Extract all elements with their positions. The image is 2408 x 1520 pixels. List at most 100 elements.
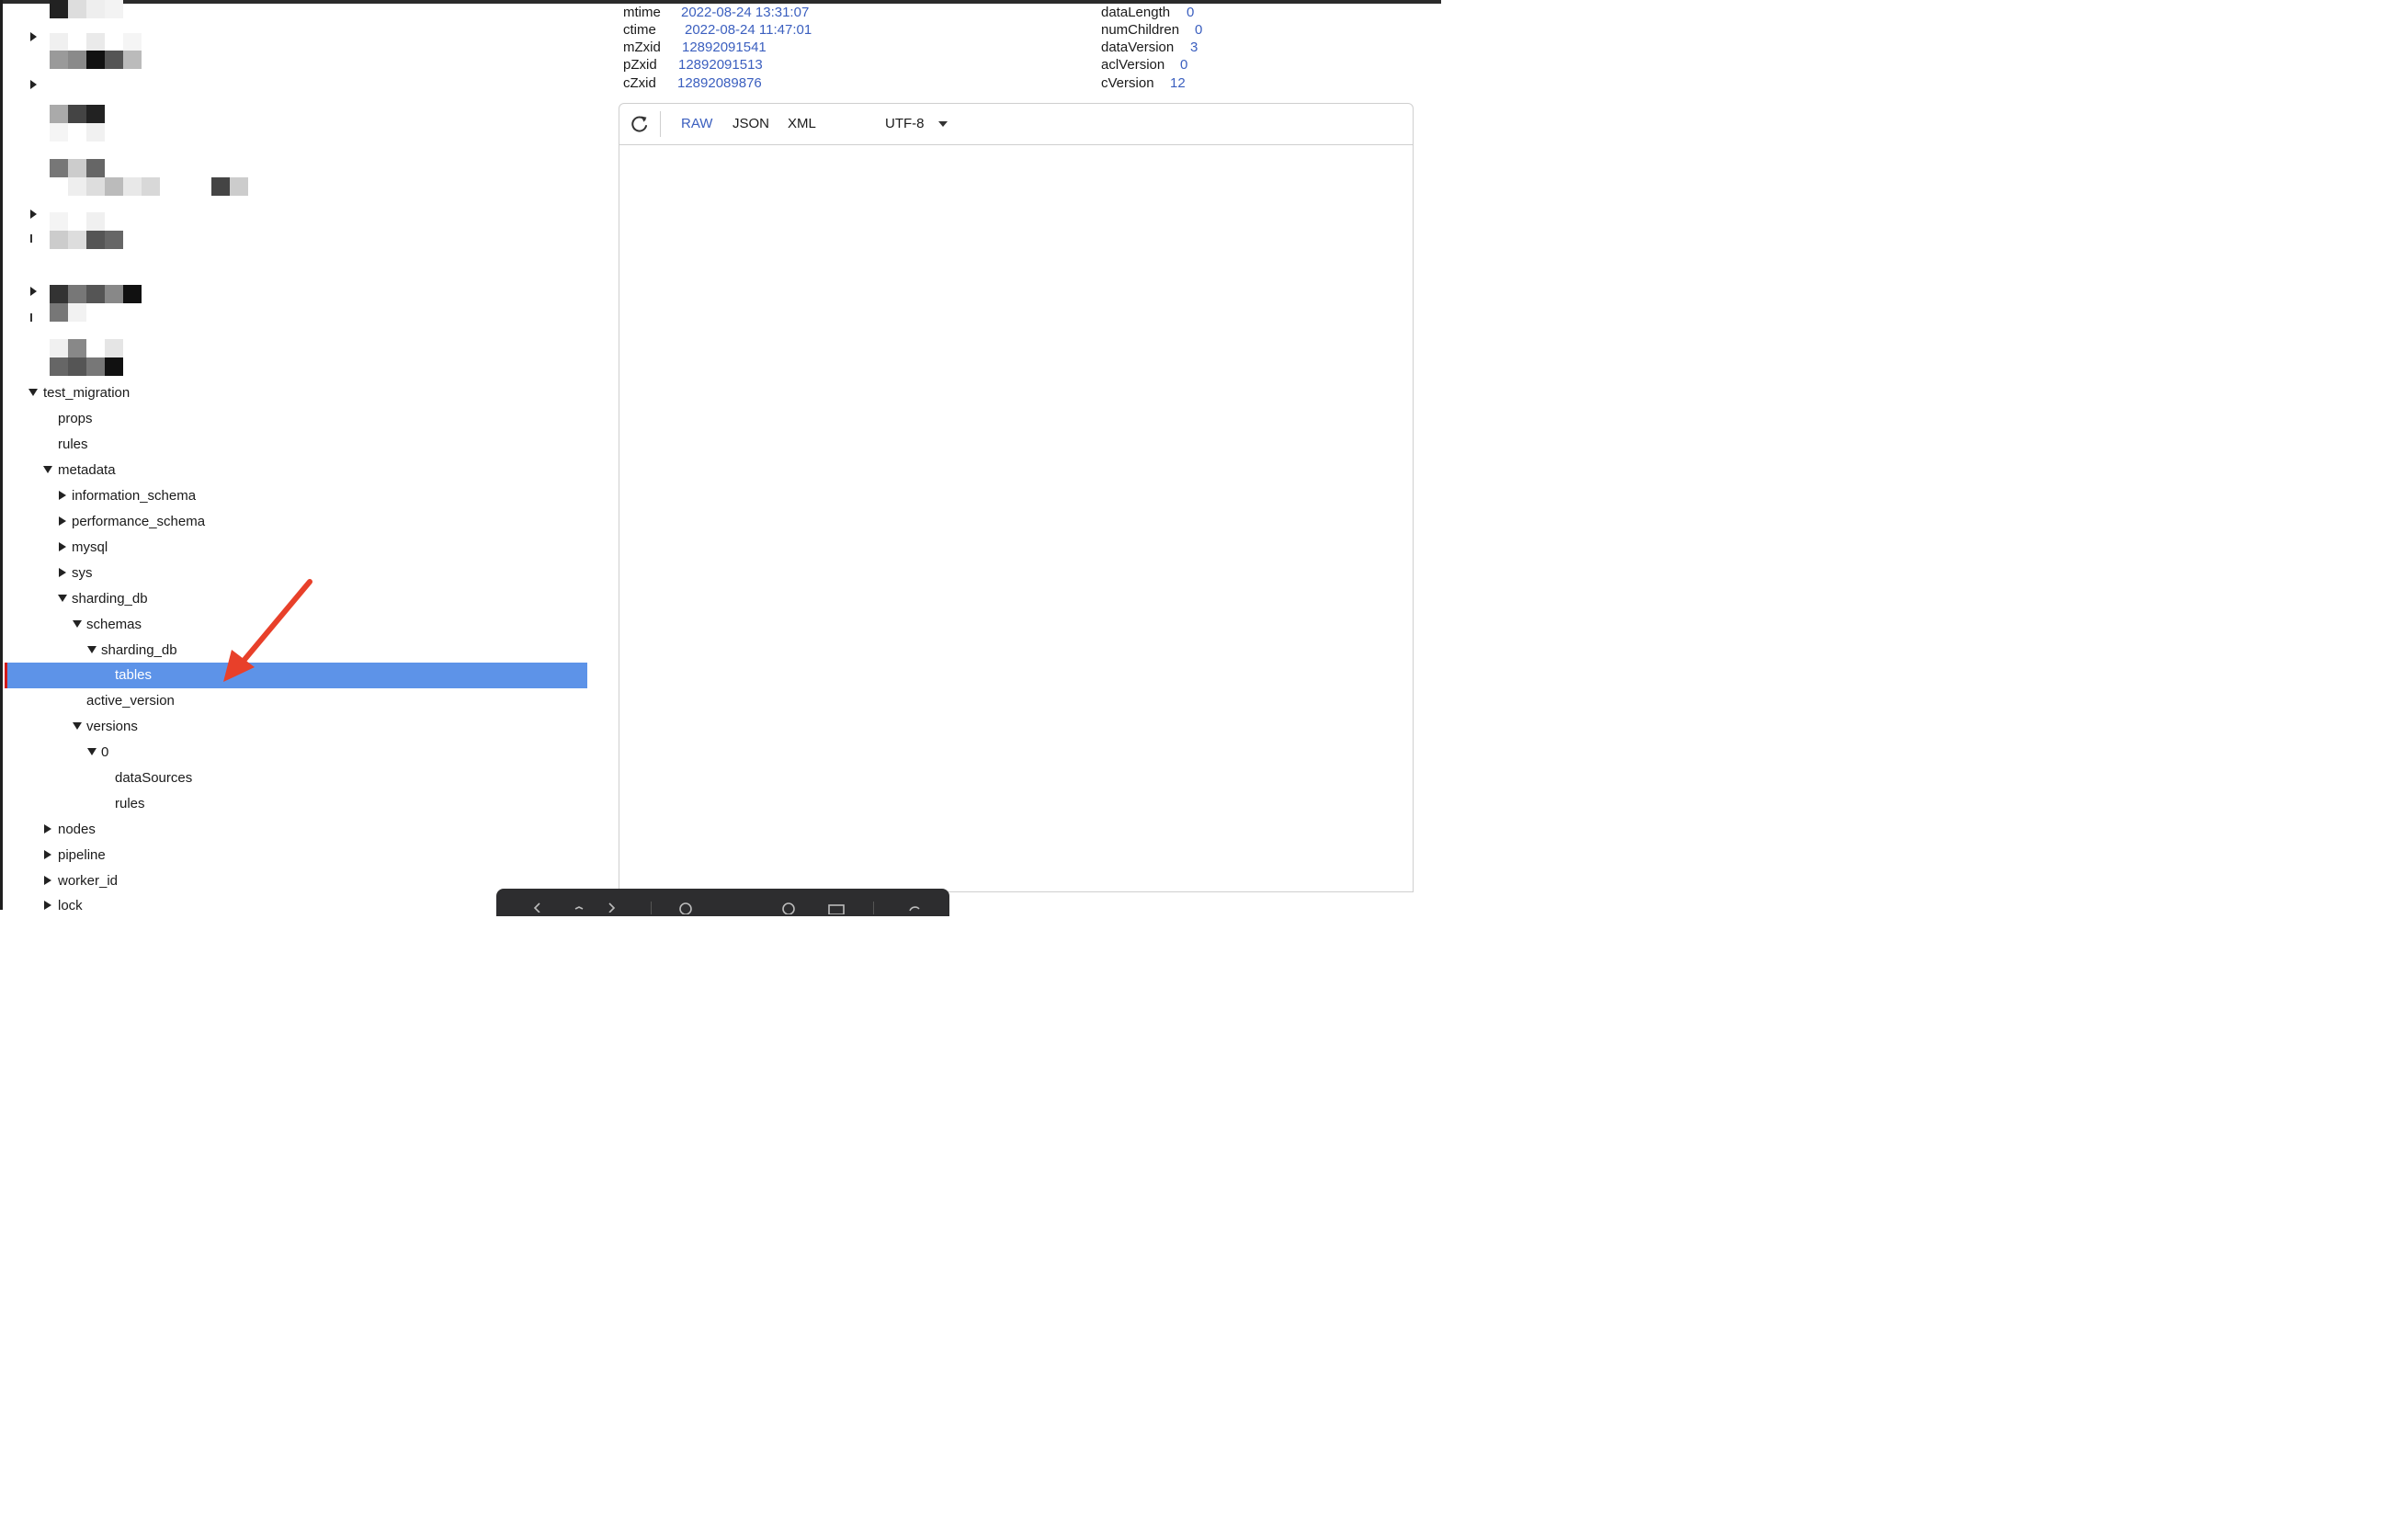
stat-key: aclVersion (1101, 57, 1165, 73)
tree-node-label: mysql (72, 539, 108, 555)
forward-icon[interactable] (572, 902, 585, 913)
redaction-block (86, 231, 105, 249)
stat-value: 0 (1187, 5, 1195, 20)
tree-node-information-schema[interactable]: information_schema (0, 483, 588, 509)
tree-node-datasources[interactable]: dataSources (0, 766, 588, 791)
collapsed-arrow-icon[interactable] (59, 568, 66, 577)
stat-key: dataLength (1101, 5, 1171, 20)
tree-node-label: information_schema (72, 488, 197, 504)
redaction-block (68, 159, 86, 177)
redaction-block (68, 285, 86, 303)
zoom-icon[interactable] (678, 902, 693, 914)
redaction-block (86, 105, 105, 123)
redaction-block (86, 357, 105, 376)
refresh-icon[interactable] (629, 113, 651, 135)
tree-node-props[interactable]: props (0, 406, 588, 432)
stat-value: 0 (1180, 57, 1188, 73)
tree-node-rules[interactable]: rules (0, 432, 588, 458)
redaction-block (142, 177, 160, 196)
bar-separator (651, 902, 652, 914)
tree-node-label: active_version (86, 693, 175, 709)
tree-node-label: versions (86, 719, 138, 734)
redaction-block (86, 212, 105, 231)
tree-node-metadata[interactable]: metadata (0, 458, 588, 483)
collapsed-arrow-icon[interactable] (30, 210, 37, 219)
redaction-block (50, 123, 68, 142)
expanded-arrow-icon[interactable] (28, 389, 38, 396)
stat-key: ctime (623, 22, 656, 38)
editor-content-area[interactable] (619, 145, 1413, 890)
stat-pzxid: pZxid 12892091513 (623, 56, 763, 74)
stat-key: pZxid (623, 57, 657, 73)
redaction-block (211, 177, 230, 196)
format-tab-xml[interactable]: XML (788, 116, 816, 132)
stat-aclversion: aclVersion 0 (1101, 56, 1187, 74)
tree-node-label: rules (58, 437, 88, 452)
collapsed-arrow-icon[interactable] (30, 80, 37, 89)
collapsed-arrow-icon[interactable] (44, 876, 51, 885)
expanded-arrow-icon[interactable] (73, 620, 82, 628)
stat-key: cVersion (1101, 75, 1154, 91)
redaction-block (50, 51, 68, 69)
format-tab-raw[interactable]: RAW (681, 116, 712, 132)
chevron-right-icon[interactable] (605, 902, 618, 913)
collapsed-arrow-icon[interactable] (59, 491, 66, 500)
redaction-block (105, 339, 123, 357)
collapsed-arrow-icon[interactable] (59, 542, 66, 551)
stat-value: 12892089876 (677, 75, 762, 91)
format-tab-json[interactable]: JSON (733, 116, 769, 132)
expanded-arrow-icon[interactable] (58, 595, 67, 602)
redaction-block (86, 177, 105, 196)
redaction-block (68, 339, 86, 357)
collapsed-arrow-icon[interactable] (59, 516, 66, 526)
redaction-block (50, 0, 68, 18)
tree-node-version-0[interactable]: 0 (0, 740, 588, 766)
tree-node-versions[interactable]: versions (0, 714, 588, 740)
tree-node-label: schemas (86, 617, 142, 632)
stat-value: 3 (1190, 40, 1198, 55)
collapsed-arrow-icon[interactable] (44, 850, 51, 859)
tree-node-version-rules[interactable]: rules (0, 791, 588, 817)
collapsed-arrow-icon[interactable] (30, 287, 37, 296)
back-icon[interactable] (531, 902, 544, 913)
znode-tree: test_migration props rules metadata info… (0, 0, 588, 913)
redaction-block (50, 339, 68, 357)
tree-node-active-version[interactable]: active_version (0, 688, 588, 714)
undo-icon[interactable] (906, 902, 921, 914)
dropdown-caret-icon[interactable] (938, 121, 948, 127)
redaction-block (68, 357, 86, 376)
tree-node-label: props (58, 411, 93, 426)
redaction-block (105, 51, 123, 69)
tree-node-pipeline[interactable]: pipeline (0, 843, 588, 868)
editor-toolbar: RAW JSON XML UTF-8 (619, 104, 1413, 145)
expanded-arrow-icon[interactable] (73, 722, 82, 730)
redaction-block (105, 285, 123, 303)
collapsed-arrow-icon[interactable] (44, 901, 51, 910)
collapsed-arrow-icon[interactable] (44, 824, 51, 834)
stat-numchildren: numChildren 0 (1101, 21, 1202, 39)
redaction-block (50, 212, 68, 231)
tree-node-label: worker_id (58, 873, 119, 889)
stat-ctime: ctime 2022-08-24 11:47:01 (623, 21, 812, 39)
tree-node-nodes[interactable]: nodes (0, 817, 588, 843)
tree-node-test-migration[interactable]: test_migration (0, 380, 588, 406)
redaction-block (86, 33, 105, 51)
encoding-select[interactable]: UTF-8 (885, 116, 925, 132)
floating-control-bar (496, 889, 949, 916)
expanded-arrow-icon[interactable] (43, 466, 52, 473)
redaction-block (50, 105, 68, 123)
redaction-block (105, 0, 123, 18)
tree-node-performance-schema[interactable]: performance_schema (0, 509, 588, 535)
tree-node-mysql[interactable]: mysql (0, 535, 588, 561)
stat-value: 2022-08-24 13:31:07 (681, 5, 810, 20)
expanded-arrow-icon[interactable] (87, 646, 97, 653)
collapsed-arrow-icon[interactable] (30, 32, 37, 41)
stat-key: cZxid (623, 75, 656, 91)
redaction-block (86, 51, 105, 69)
redaction-block (68, 303, 86, 322)
window-icon[interactable] (827, 902, 846, 914)
search-icon[interactable] (781, 902, 796, 914)
expanded-arrow-icon[interactable] (87, 748, 97, 755)
redaction-block (86, 285, 105, 303)
tree-node-label: dataSources (115, 770, 193, 786)
